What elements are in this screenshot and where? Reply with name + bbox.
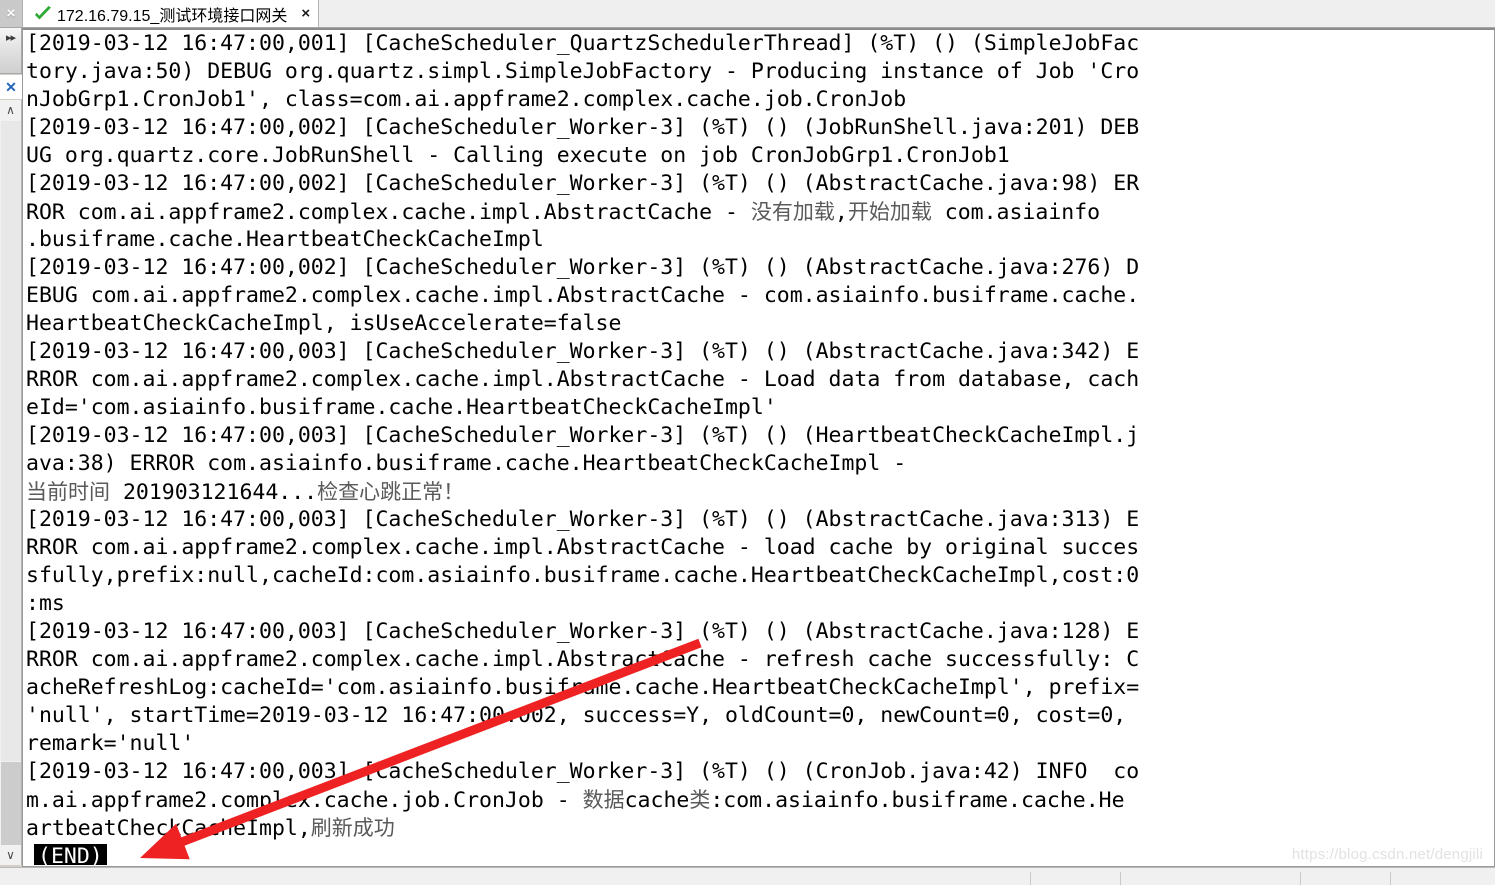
status-bar (0, 867, 1495, 885)
status-divider (1030, 872, 1031, 885)
terminal-line: sfully,prefix:null,cacheId:com.asiainfo.… (26, 563, 1140, 588)
tab-close-icon[interactable]: × (301, 5, 310, 22)
terminal-line-cjk: 类 (689, 788, 711, 812)
chevron-right-double-icon: ▸▸ (5, 32, 16, 44)
terminal-line: [2019-03-12 16:47:00,003] [CacheSchedule… (26, 619, 1140, 644)
terminal-line: [2019-03-12 16:47:00,002] [CacheSchedule… (26, 255, 1140, 280)
terminal-line-cjk: 数据 (582, 788, 625, 812)
scrollbar-track[interactable] (1, 762, 21, 845)
terminal-output[interactable]: [2019-03-12 16:47:00,001] [CacheSchedule… (26, 30, 1494, 865)
terminal-line: HeartbeatCheckCacheImpl, isUseAccelerate… (26, 311, 622, 336)
terminal-line: [2019-03-12 16:47:00,003] [CacheSchedule… (26, 507, 1140, 532)
watermark: https://blog.csdn.net/dengjili (1291, 846, 1483, 863)
terminal-line: [2019-03-12 16:47:00,001] [CacheSchedule… (26, 31, 1140, 56)
terminal-line-cjk: 检查心跳正常！ (317, 480, 465, 504)
terminal-line: EBUG com.ai.appframe2.complex.cache.impl… (26, 283, 1140, 308)
terminal-line: RROR com.ai.appframe2.complex.cache.impl… (26, 367, 1140, 392)
terminal-line-cjk: 开始加载 (847, 200, 932, 224)
terminal-line: ava:38) ERROR com.asiainfo.busiframe.cac… (26, 451, 907, 476)
terminal-line: acheRefreshLog:cacheId='com.asiainfo.bus… (26, 675, 1140, 700)
terminal-line: [2019-03-12 16:47:00,003] [CacheSchedule… (26, 759, 1140, 784)
terminal-line: RROR com.ai.appframe2.complex.cache.impl… (26, 647, 1140, 672)
scroll-up-icon[interactable]: ∧ (0, 100, 21, 120)
terminal-line: 'null', startTime=2019-03-12 16:47:00.00… (26, 703, 1127, 728)
terminal-frame: [2019-03-12 16:47:00,001] [CacheSchedule… (22, 28, 1495, 867)
terminal-line: :ms (26, 591, 65, 616)
terminal-line-cjk: 当前时间 (26, 480, 110, 504)
terminal-line: ROR com.ai.appframe2.complex.cache.impl.… (26, 200, 1101, 225)
window-close-left-button[interactable]: × (0, 0, 23, 27)
terminal-line: [2019-03-12 16:47:00,003] [CacheSchedule… (26, 423, 1140, 448)
scroll-down-icon[interactable]: ∨ (0, 845, 21, 865)
terminal-line: nJobGrp1.CronJob1', class=com.ai.appfram… (26, 87, 907, 112)
tab-bar: × 172.16.79.15_测试环境接口网关 × (0, 0, 1495, 28)
status-divider (1300, 872, 1301, 885)
tab-session-172-16-79-15[interactable]: 172.16.79.15_测试环境接口网关 × (23, 0, 320, 27)
scrollbar-thumb[interactable] (1, 121, 21, 761)
terminal-line: artbeatCheckCacheImpl,刷新成功 (26, 816, 395, 841)
terminal-line: [2019-03-12 16:47:00,003] [CacheSchedule… (26, 339, 1140, 364)
log-viewer-window: × 172.16.79.15_测试环境接口网关 × ▸▸ ✕ ∧ ∨ [2019… (0, 0, 1495, 885)
status-divider (1120, 872, 1121, 885)
terminal-line: 当前时间 201903121644...检查心跳正常！ (26, 480, 465, 505)
close-icon: ✕ (5, 78, 17, 95)
terminal-line: RROR com.ai.appframe2.complex.cache.impl… (26, 535, 1140, 560)
terminal-line: .busiframe.cache.HeartbeatCheckCacheImpl (26, 227, 544, 252)
sidebar-close-button[interactable]: ✕ (0, 75, 22, 99)
terminal-line: [2019-03-12 16:47:00,002] [CacheSchedule… (26, 171, 1140, 196)
sidebar-scrollbar[interactable]: ∧ ∨ (0, 100, 22, 865)
tab-label: 172.16.79.15_测试环境接口网关 (57, 7, 288, 25)
left-tool-strip: ▸▸ ✕ ∧ ∨ (0, 28, 22, 885)
terminal-line-cjk: 没有加载 (750, 200, 835, 224)
terminal-line: [2019-03-12 16:47:00,002] [CacheSchedule… (26, 115, 1140, 140)
terminal-line-cjk: 刷新成功 (310, 816, 395, 840)
terminal-line: m.ai.appframe2.complex.cache.job.CronJob… (26, 788, 1125, 813)
terminal-line: eId='com.asiainfo.busiframe.cache.Heartb… (26, 395, 777, 420)
close-icon: × (6, 5, 16, 22)
end-of-output-marker: (END) (34, 844, 107, 865)
sidebar-expand-handle[interactable]: ▸▸ (0, 28, 22, 74)
terminal-line: remark='null' (26, 731, 195, 756)
terminal-line: tory.java:50) DEBUG org.quartz.simpl.Sim… (26, 59, 1140, 84)
terminal-end-line: (END) (26, 842, 1494, 865)
terminal-line: UG org.quartz.core.JobRunShell - Calling… (26, 143, 1010, 168)
status-divider (1390, 872, 1391, 885)
green-check-icon (35, 5, 51, 19)
